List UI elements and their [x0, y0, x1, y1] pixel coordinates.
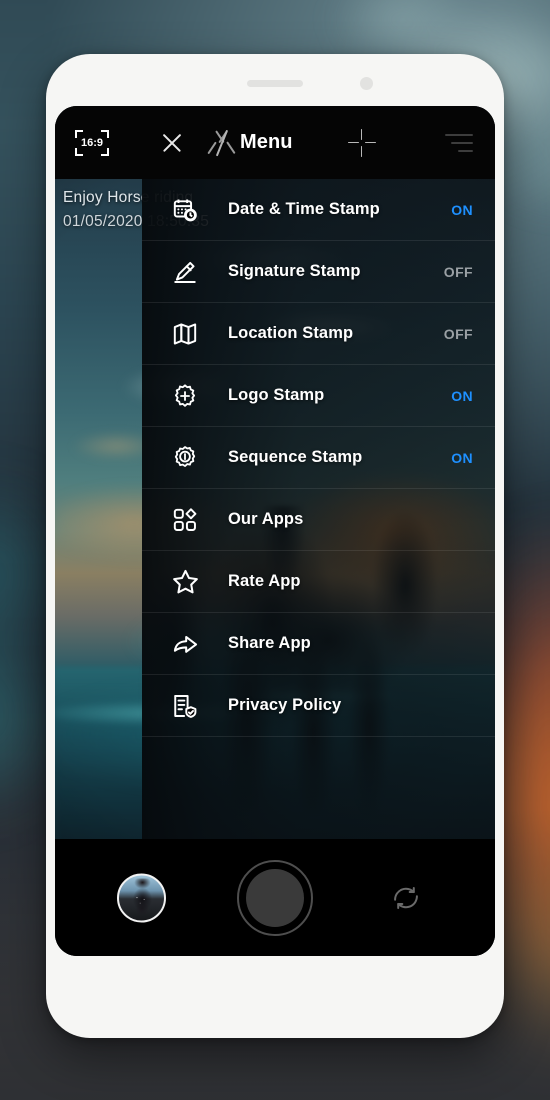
menu-item-label: Rate App [228, 572, 301, 590]
phone-screen: Enjoy Horse riding 01/05/2020 18:50:35 N… [55, 106, 495, 956]
flash-seg-c [207, 141, 217, 154]
hamburger-line-1 [445, 133, 473, 136]
grid-line-bottom [360, 145, 363, 157]
menu-item-state[interactable]: ON [451, 388, 473, 404]
menu-item-location-stamp[interactable]: Location Stamp OFF [142, 303, 495, 365]
map-icon [168, 317, 202, 351]
menu-item-rate-app[interactable]: Rate App [142, 551, 495, 613]
menu-item-label: Location Stamp [228, 324, 354, 342]
menu-title-label: Menu [240, 131, 293, 153]
gallery-thumbnail[interactable] [117, 873, 166, 922]
shutter-button[interactable] [237, 859, 313, 936]
menu-item-label: Sequence Stamp [228, 448, 363, 466]
menu-item-logo-stamp[interactable]: Logo Stamp ON [142, 365, 495, 427]
menu-item-label: Privacy Policy [228, 696, 342, 714]
grid-line-right [364, 141, 376, 144]
aspect-ratio-label: 16:9 [80, 136, 104, 149]
grid-line-top [360, 128, 363, 140]
ratio-corner-br [101, 147, 109, 156]
grid-crosshair-icon[interactable] [347, 128, 377, 158]
apps-grid-icon [168, 503, 202, 537]
hamburger-line-2 [451, 141, 473, 144]
menu-item-date-time-stamp[interactable]: Date & Time Stamp ON [142, 179, 495, 241]
hamburger-menu-icon[interactable] [445, 133, 473, 153]
menu-item-our-apps[interactable]: Our Apps [142, 489, 495, 551]
flash-seg-d [226, 141, 236, 154]
menu-item-state[interactable]: OFF [444, 264, 473, 280]
ratio-corner-bl [75, 147, 83, 156]
menu-item-state[interactable]: OFF [444, 326, 473, 342]
menu-item-sequence-stamp[interactable]: Sequence Stamp ON [142, 427, 495, 489]
menu-item-share-app[interactable]: Share App [142, 613, 495, 675]
menu-item-label: Our Apps [228, 510, 304, 528]
grid-line-left [347, 141, 359, 144]
logo-badge-plus-icon [168, 379, 202, 413]
menu-item-privacy-policy[interactable]: Privacy Policy [142, 675, 495, 737]
menu-title-group[interactable]: Menu [207, 129, 293, 156]
flash-off-icon[interactable] [207, 129, 236, 156]
signature-pen-icon [168, 255, 202, 289]
privacy-shield-doc-icon [168, 689, 202, 723]
sequence-badge-icon [168, 441, 202, 475]
ratio-corner-tl [75, 129, 83, 138]
menu-item-state[interactable]: ON [451, 450, 473, 466]
top-toolbar: 16:9 Menu [55, 106, 495, 179]
hamburger-line-3 [458, 149, 473, 152]
phone-mockup: Enjoy Horse riding 01/05/2020 18:50:35 N… [46, 54, 504, 1038]
front-camera-lens [360, 77, 373, 90]
menu-item-label: Logo Stamp [228, 386, 325, 404]
star-icon [168, 565, 202, 599]
earpiece-speaker [247, 80, 303, 87]
camera-bottom-bar [55, 839, 495, 956]
close-icon[interactable] [159, 130, 185, 156]
thumbnail-pattern [132, 894, 152, 907]
menu-item-label: Share App [228, 634, 311, 652]
menu-item-state[interactable]: ON [451, 202, 473, 218]
calendar-clock-icon [168, 193, 202, 227]
switch-camera-icon[interactable] [389, 881, 423, 915]
share-arrow-icon [168, 627, 202, 661]
menu-item-signature-stamp[interactable]: Signature Stamp OFF [142, 241, 495, 303]
ratio-corner-tr [101, 129, 109, 138]
menu-item-label: Date & Time Stamp [228, 200, 380, 218]
shutter-inner [246, 868, 304, 927]
aspect-ratio-16-9-icon[interactable]: 16:9 [75, 129, 109, 156]
menu-item-label: Signature Stamp [228, 262, 361, 280]
